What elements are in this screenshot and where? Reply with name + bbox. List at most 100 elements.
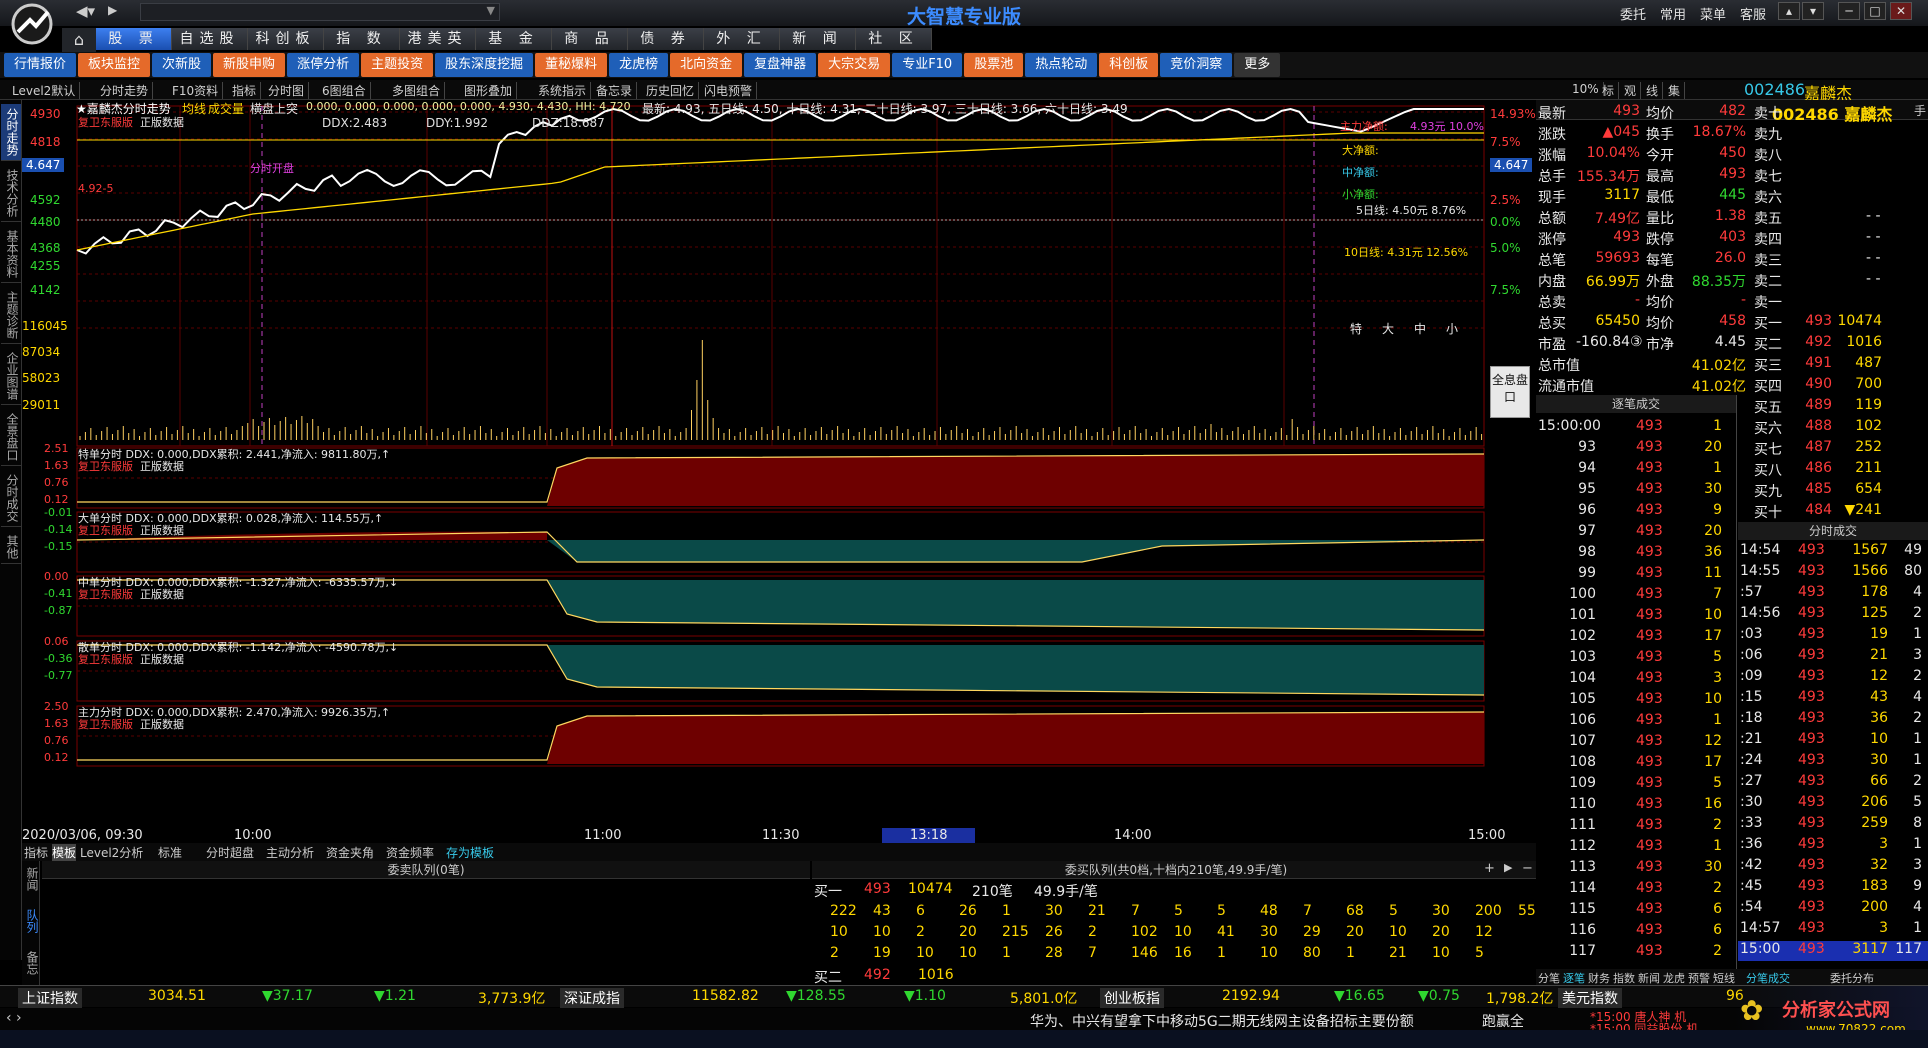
toolbar-item[interactable]: 分时走势 (96, 82, 154, 99)
toolbar-item[interactable]: 6图组合 (318, 82, 371, 99)
sub-nav-item[interactable]: 科创板 (1099, 53, 1159, 77)
left-tab[interactable]: 企业图谱 (1, 348, 21, 405)
sub-nav-item[interactable]: 股东深度挖掘 (435, 53, 534, 77)
toolbar-item[interactable]: 指标 (228, 82, 262, 99)
sub-nav-item[interactable]: 董秘爆料 (535, 53, 608, 77)
toolbar-item[interactable]: 闪电预警 (700, 82, 758, 99)
toolbar-item[interactable]: 分时图 (264, 82, 310, 99)
main-nav-item[interactable]: 股 票 (96, 28, 172, 50)
sub-nav-item[interactable]: 大宗交易 (818, 53, 891, 77)
toolbar-item[interactable]: 多图组合 (388, 82, 446, 99)
left-tab[interactable]: 其他 (1, 531, 21, 564)
bottom-tab[interactable]: Level2分析 (80, 844, 143, 861)
index-name[interactable]: 上证指数 (18, 988, 82, 1008)
right-tab2[interactable]: 分笔成交 (1746, 970, 1790, 986)
sub-nav-item[interactable]: 股票池 (964, 53, 1024, 77)
right-tab[interactable]: 龙虎 (1663, 970, 1685, 986)
main-nav-item[interactable]: 基 金 (476, 28, 552, 50)
play-icon[interactable]: ▶ (1504, 861, 1512, 874)
right-tab[interactable]: 短线 (1713, 970, 1735, 986)
toolbar-item[interactable]: 图形叠加 (460, 82, 518, 99)
right-tab2[interactable]: 委托分布 (1830, 970, 1874, 986)
left-tab[interactable]: 技术分析 (1, 165, 21, 222)
main-nav-item[interactable]: 自选股 (172, 28, 248, 50)
sub-nav-item[interactable]: 行情报价 (4, 53, 77, 77)
toolbar-right-item[interactable]: 线 (1642, 82, 1664, 99)
chart-canvas[interactable] (22, 100, 1540, 845)
tab-news[interactable]: 新闻 (24, 867, 41, 891)
bottom-tab[interactable]: 指标 (24, 844, 48, 861)
main-nav-item[interactable]: 债 券 (628, 28, 704, 50)
skin-icon[interactable]: ▾ (1802, 2, 1824, 20)
close-icon[interactable]: ✕ (1890, 2, 1912, 20)
menu-service[interactable]: 客服 (1740, 4, 1766, 23)
bottom-tab[interactable]: 标准 (158, 844, 182, 861)
sub-nav-item[interactable]: 次新股 (152, 53, 212, 77)
main-nav-item[interactable]: 外 汇 (704, 28, 780, 50)
pin-icon[interactable]: ▴ (1778, 2, 1800, 20)
sub-nav-item[interactable]: 更多 (1234, 53, 1281, 77)
index-name[interactable]: 创业板指 (1100, 988, 1164, 1008)
right-tab[interactable]: 分笔 (1538, 970, 1560, 986)
news-headline[interactable]: 华为、中兴有望拿下中移动5G二期无线网主设备招标主要份额 (1030, 1011, 1414, 1031)
intraday-chart-area[interactable]: ★嘉麟杰分时走势 均线 成交量 横盘上突 0.000, 0.000, 0.000… (22, 100, 1540, 845)
bottom-tab[interactable]: 模板 (52, 844, 77, 861)
toolbar-item[interactable]: 备忘录 (592, 82, 638, 99)
main-nav-item[interactable]: 社 区 (856, 28, 932, 50)
index-name[interactable]: 美元指数 (1558, 988, 1622, 1008)
subchart-badge-source: 正版数据 (140, 588, 184, 601)
left-tab[interactable]: 分时成交 (1, 470, 21, 527)
toolbar-item[interactable]: F10资料 (168, 82, 224, 99)
toolbar-right-item[interactable]: 集 (1664, 82, 1686, 99)
sub-nav-item[interactable]: 板块监控 (78, 53, 151, 77)
bottom-tab[interactable]: 分时超盘 (206, 844, 254, 861)
hand-icon[interactable]: 手 (1914, 102, 1926, 119)
toolbar-right-item[interactable]: 观 (1620, 82, 1642, 99)
sub-nav-item[interactable]: 专业F10 (892, 53, 963, 77)
left-tab[interactable]: 全景盘口 (1, 409, 21, 466)
sub-nav-item[interactable]: 龙虎榜 (609, 53, 669, 77)
toolbar-item[interactable]: 系统指示 (534, 82, 592, 99)
main-nav-item[interactable]: 新 闻 (780, 28, 856, 50)
main-nav-item[interactable]: 港美英 (400, 28, 476, 50)
toolbar-item[interactable]: 历史回忆 (642, 82, 700, 99)
add-icon[interactable]: + (1484, 861, 1495, 876)
right-tab[interactable]: 财务 (1588, 970, 1610, 986)
main-nav-item[interactable]: 指 数 (324, 28, 400, 50)
right-tab[interactable]: 逐笔 (1563, 970, 1585, 986)
index-name[interactable]: 深证成指 (560, 988, 624, 1008)
left-tab[interactable]: 主题诊断 (1, 287, 21, 344)
sub-nav-item[interactable]: 新股申购 (213, 53, 286, 77)
main-nav-item[interactable]: 商 品 (552, 28, 628, 50)
home-icon[interactable]: ⌂ (62, 28, 96, 52)
left-tab[interactable]: 基本资料 (1, 226, 21, 283)
sub-nav-item[interactable]: 复盘神器 (744, 53, 817, 77)
toolbar-item[interactable]: Level2默认 (8, 82, 81, 99)
bottom-tab[interactable]: 资金频率 (386, 844, 434, 861)
maximize-icon[interactable]: □ (1864, 2, 1886, 20)
bottom-tab[interactable]: 资金夹角 (326, 844, 374, 861)
sub-nav-item[interactable]: 涨停分析 (287, 53, 360, 77)
menu-entrust[interactable]: 委托 (1620, 4, 1646, 23)
tab-queue[interactable]: 队列 (24, 909, 41, 933)
collapse-icon[interactable]: − (1522, 861, 1533, 876)
sub-nav-item[interactable]: 北向资金 (670, 53, 743, 77)
tab-memo[interactable]: 备忘 (24, 951, 41, 975)
menu-menu[interactable]: 菜单 (1700, 4, 1726, 23)
left-tab[interactable]: 分时走势 (1, 104, 21, 161)
news-prev-icon[interactable]: ‹ › (6, 1010, 22, 1026)
full-depth-button[interactable]: 全息盘口 (1490, 366, 1530, 418)
right-tab[interactable]: 新闻 (1638, 970, 1660, 986)
sub-nav-item[interactable]: 竞价洞察 (1160, 53, 1233, 77)
sub-nav-item[interactable]: 主题投资 (361, 53, 434, 77)
menu-common[interactable]: 常用 (1660, 4, 1686, 23)
right-tab[interactable]: 预警 (1688, 970, 1710, 986)
main-nav-item[interactable]: 科创板 (248, 28, 324, 50)
minimize-icon[interactable]: ─ (1838, 2, 1860, 20)
bottom-tab[interactable]: 存为模板 (446, 844, 494, 861)
sub-nav-item[interactable]: 热点轮动 (1025, 53, 1098, 77)
toolbar-right-item[interactable]: 标 (1598, 82, 1620, 99)
right-tab[interactable]: 指数 (1613, 970, 1635, 986)
news-ticker[interactable]: ‹ › 华为、中兴有望拿下中移动5G二期无线网主设备招标主要份额 跑赢全 *15… (0, 1008, 1928, 1036)
bottom-tab[interactable]: 主动分析 (266, 844, 314, 861)
